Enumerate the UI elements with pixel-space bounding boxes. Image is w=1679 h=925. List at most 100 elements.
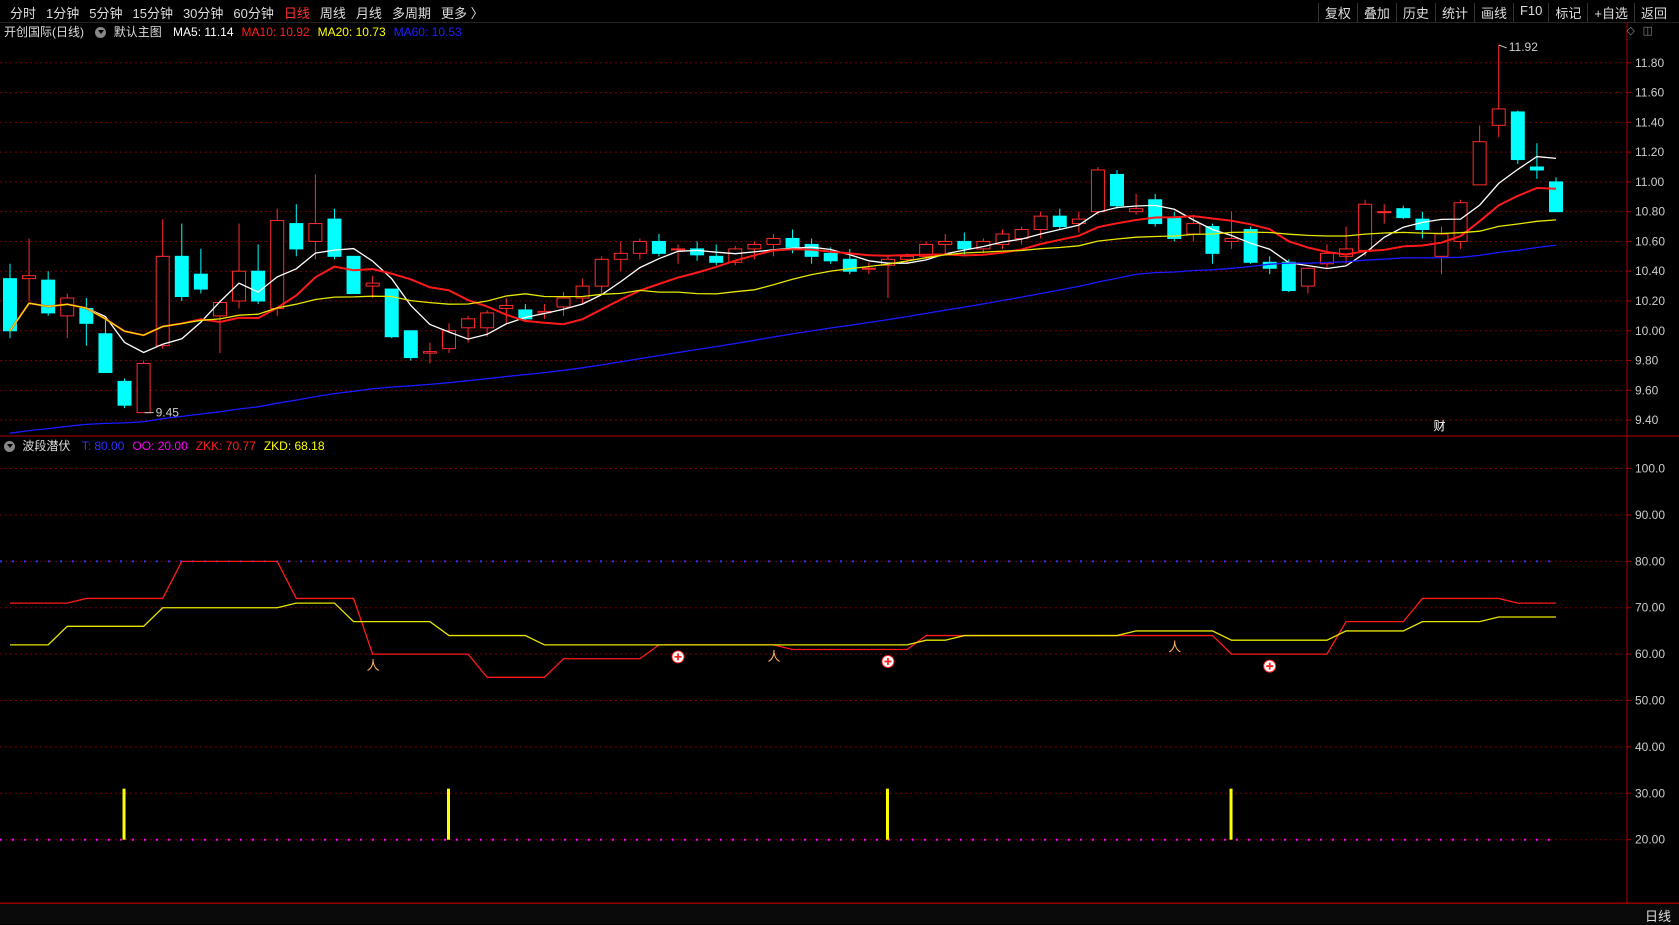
- zkd-line: [10, 602, 1556, 646]
- template-dropdown-icon[interactable]: [95, 27, 107, 39]
- candle-body: [1396, 208, 1411, 219]
- ma-legend-item-3: MA60: 10.53: [393, 25, 462, 39]
- candle-body: [232, 270, 247, 302]
- price-tick-label: 10.80: [1635, 205, 1665, 219]
- high-price-label: 11.92: [1509, 40, 1538, 54]
- x-axis-bar: 日线: [0, 903, 1679, 924]
- candle-body: [403, 330, 418, 359]
- candle-body: [98, 333, 113, 373]
- stock-title: 开创国际(日线): [4, 25, 84, 39]
- panel-toggle-icon[interactable]: ◫: [1643, 24, 1653, 37]
- candle-body: [480, 312, 495, 329]
- candle-body: [613, 252, 628, 260]
- candle-body: [499, 304, 514, 309]
- person-signal-icon: 人: [767, 650, 780, 665]
- candle-body: [1110, 173, 1125, 207]
- chart-canvas[interactable]: 11.80 11.60 11.40 11.20 11.00 10.80 10.60 10.40…: [0, 0, 1679, 923]
- candle-body: [117, 380, 132, 406]
- candle-body: [766, 237, 781, 245]
- candle-body: [861, 267, 876, 270]
- ma-legend-item-2: MA20: 10.73: [317, 25, 386, 39]
- candle-body: [346, 255, 361, 295]
- candle-body: [1243, 229, 1258, 263]
- candle-body: [212, 301, 227, 317]
- candle-body: [1491, 108, 1506, 126]
- price-tick-label: 10.20: [1635, 294, 1665, 308]
- candle-body: [251, 270, 266, 302]
- candle-body: [1052, 215, 1067, 228]
- candle-body: [785, 237, 800, 248]
- candle-body: [1186, 223, 1201, 235]
- candle-body: [155, 255, 170, 347]
- indicator-tick-label: 20.00: [1635, 833, 1665, 847]
- ma-legend: MA5: 11.14 MA10: 10.92 MA20: 10.73 MA60: 10…: [165, 25, 462, 39]
- price-tick-label: 9.80: [1635, 354, 1659, 368]
- candle-body: [1510, 111, 1525, 161]
- candle-body: [1529, 166, 1544, 171]
- price-tick-label: 9.60: [1635, 383, 1659, 397]
- price-tick-label: 11.20: [1635, 145, 1664, 159]
- candle-body: [671, 248, 686, 251]
- indicator-tick-label: 60.00: [1635, 647, 1665, 661]
- candle-body: [1358, 203, 1373, 251]
- price-tick-label: 10.00: [1635, 324, 1665, 338]
- indicator-legend-item-2: ZKK: 70.77: [195, 439, 256, 453]
- candle-body: [1129, 208, 1144, 213]
- candle-body: [957, 240, 972, 250]
- candle-body: [556, 297, 571, 308]
- candle-body: [1224, 237, 1239, 242]
- indicator-tick-label: 50.00: [1635, 694, 1665, 708]
- indicator-legend: 波段潜伏 T: 80.00 OO: 20.00 ZKK: 70.77 ZKD: 68.…: [4, 437, 325, 454]
- candle-body: [461, 318, 476, 329]
- main-legend: 开创国际(日线) 默认主图 MA5: 11.14 MA10: 10.92 MA20:…: [4, 23, 462, 40]
- indicator-name[interactable]: 波段潜伏: [22, 439, 70, 453]
- candle-body: [1415, 218, 1430, 231]
- price-tick-label: 10.60: [1635, 234, 1665, 248]
- indicator-legend-item-1: OO: 20.00: [132, 439, 188, 453]
- candle-body: [1148, 199, 1163, 225]
- person-signal-icon: 人: [367, 659, 380, 674]
- candle-body: [747, 243, 762, 250]
- candle-body: [193, 273, 208, 290]
- high-pointer: [1498, 44, 1507, 49]
- candle-body: [1377, 211, 1392, 214]
- candle-body: [41, 279, 56, 314]
- candle-body: [365, 282, 380, 287]
- ma-legend-item-0: MA5: 11.14: [173, 25, 234, 39]
- candle-body: [174, 255, 189, 298]
- indicator-legend-item-3: ZKD: 68.18: [263, 439, 325, 453]
- template-name[interactable]: 默认主图: [114, 25, 162, 39]
- candle-body: [308, 223, 323, 242]
- diamond-icon[interactable]: ◇: [1627, 24, 1635, 37]
- candle-body: [709, 255, 724, 263]
- price-tick-label: 9.40: [1635, 413, 1659, 427]
- candle-body: [60, 297, 75, 317]
- price-tick-label: 11.00: [1635, 175, 1664, 189]
- candle-body: [632, 240, 647, 254]
- indicator-tick-label: 70.00: [1635, 601, 1665, 615]
- candle-body: [900, 255, 915, 260]
- indicator-tick-label: 80.00: [1635, 554, 1665, 568]
- candle-body: [422, 351, 437, 354]
- candle-body: [1281, 261, 1296, 292]
- candle-body: [1434, 233, 1449, 257]
- candle-body: [270, 220, 285, 309]
- person-signal-icon: 人: [1168, 641, 1181, 656]
- candle-body: [1300, 267, 1315, 287]
- candle-body: [594, 258, 609, 287]
- ma-legend-item-1: MA10: 10.92: [241, 25, 310, 39]
- indicator-tick-label: 100.0: [1635, 462, 1665, 476]
- low-price-label: 9.45: [156, 406, 180, 420]
- candle-body: [1472, 141, 1487, 186]
- candle-body: [1549, 181, 1563, 213]
- indicator-dropdown-icon[interactable]: [4, 441, 15, 453]
- period-button[interactable]: 日线: [1645, 906, 1671, 925]
- indicator-values: T: 80.00 OO: 20.00 ZKK: 70.77 ZKD: 68.18: [74, 439, 325, 453]
- price-tick-label: 11.40: [1635, 115, 1664, 129]
- candle-body: [289, 223, 304, 250]
- candle-body: [22, 275, 37, 280]
- indicator-tick-label: 30.00: [1635, 786, 1665, 800]
- price-tick-label: 10.40: [1635, 264, 1665, 278]
- indicator-tick-label: 40.00: [1635, 740, 1665, 754]
- candle-body: [651, 240, 666, 254]
